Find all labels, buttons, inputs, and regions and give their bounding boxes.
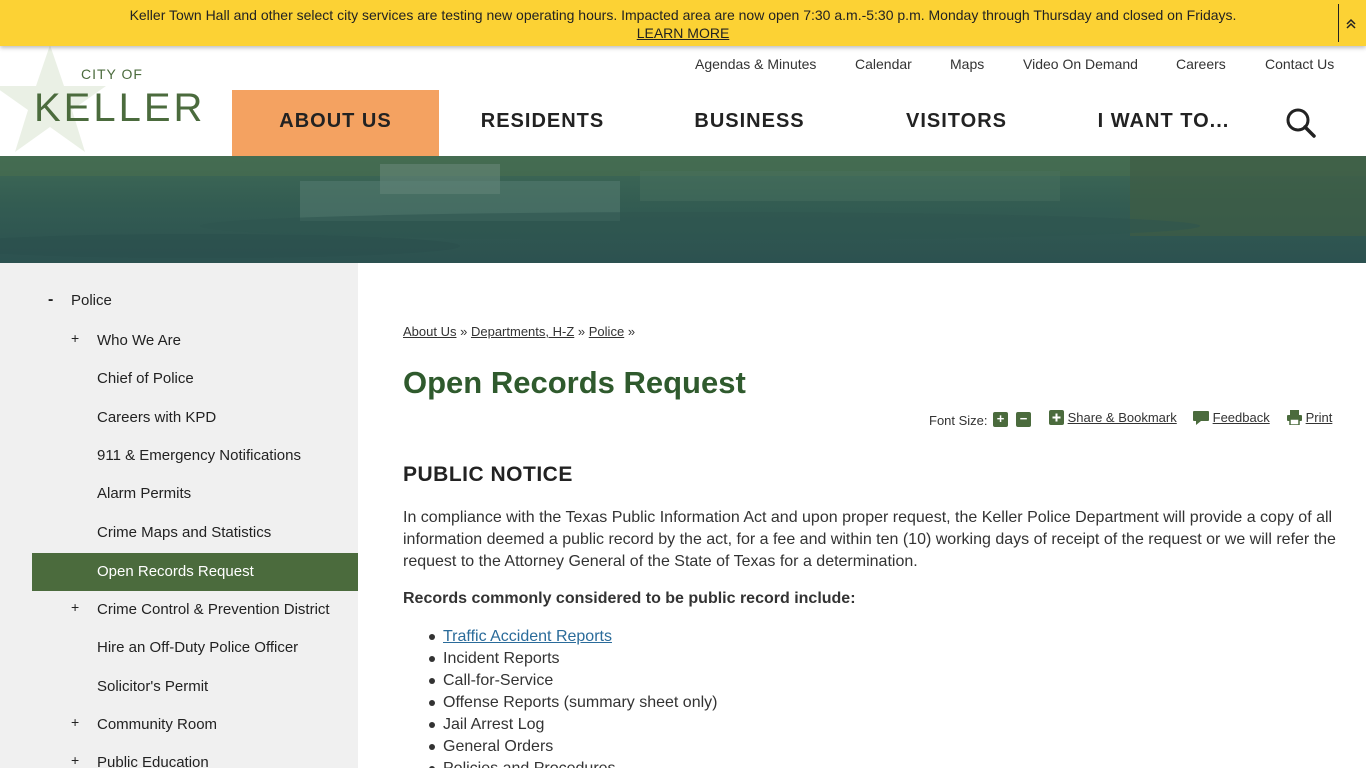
font-increase-button[interactable]: + [993,412,1008,427]
alert-message-wrap: Keller Town Hall and other select city s… [0,6,1366,42]
breadcrumb-separator: » [460,324,468,339]
alert-divider [1338,4,1339,42]
share-bookmark-link[interactable]: Share & Bookmark [1068,410,1177,425]
expand-toggle[interactable]: + [71,588,79,626]
sidebar-item-label: Community Room [97,716,218,733]
sidebar-item-crime-maps[interactable]: Crime Maps and Statistics [32,514,358,552]
share-bookmark-button[interactable]: Share & Bookmark [1049,410,1177,425]
list-item: General Orders [429,736,943,758]
sidebar-item-label: Public Education [97,754,209,768]
list-item: Policies and Procedures [429,758,943,768]
sidebar-item-crime-control-district[interactable]: + Crime Control & Prevention District [32,591,358,629]
sidebar-item-open-records-request[interactable]: Open Records Request [32,553,358,591]
breadcrumb-separator: » [627,324,636,339]
double-chevron-up-icon[interactable] [1342,18,1360,32]
sidebar-item-alarm-permits[interactable]: Alarm Permits [32,475,358,513]
breadcrumb-police[interactable]: Police [589,324,624,339]
collapse-toggle[interactable]: - [48,281,53,319]
expand-toggle[interactable]: + [71,703,79,741]
sidebar-item-who-we-are[interactable]: + Who We Are [32,322,358,360]
font-decrease-button[interactable]: − [1016,412,1031,427]
traffic-accident-reports-link[interactable]: Traffic Accident Reports [443,628,612,645]
sidebar-item-label: Solicitor's Permit [97,678,209,695]
learn-more-link[interactable]: LEARN MORE [0,24,1366,42]
public-records-list: Traffic Accident Reports Incident Report… [429,626,943,768]
records-intro: Records commonly considered to be public… [403,590,856,607]
expand-toggle[interactable]: + [71,741,79,768]
public-notice-heading: PUBLIC NOTICE [403,463,573,486]
font-size-label: Font Size: [929,413,988,428]
print-link[interactable]: Print [1306,410,1333,425]
sidebar-item-label: Hire an Off-Duty Police Officer [97,639,299,656]
util-link-calendar[interactable]: Calendar [855,56,912,72]
logo-name-text: KELLER [34,86,206,130]
breadcrumb-departments[interactable]: Departments, H-Z [471,324,574,339]
sidebar-item-label: Chief of Police [97,370,194,387]
nav-visitors[interactable]: VISITORS [853,90,1060,156]
util-link-careers[interactable]: Careers [1176,56,1226,72]
nav-business[interactable]: BUSINESS [646,90,853,156]
sidebar-item-public-education[interactable]: + Public Education [32,744,358,768]
sidebar-item-911-notifications[interactable]: 911 & Emergency Notifications [32,437,358,475]
sidebar-nav: - Police + Who We Are Chief of Police Ca… [0,263,358,768]
page-tools: Font Size: + − Share & Bookmark Feedback… [0,410,1366,432]
sidebar-item-hire-off-duty-officer[interactable]: Hire an Off-Duty Police Officer [32,629,358,667]
nav-residents[interactable]: RESIDENTS [439,90,646,156]
breadcrumb: About Us » Departments, H-Z » Police » [403,324,635,339]
sidebar-item-label: Who We Are [97,332,181,349]
sidebar-item-label: Police [71,292,112,309]
search-icon[interactable] [1284,106,1318,140]
list-item: Jail Arrest Log [429,714,943,736]
sidebar-item-label: Crime Maps and Statistics [97,524,272,541]
util-link-agendas[interactable]: Agendas & Minutes [695,56,816,72]
page-title: Open Records Request [403,365,746,400]
sidebar-item-label: Alarm Permits [97,485,192,502]
nav-i-want-to[interactable]: I WANT TO... [1060,90,1267,156]
feedback-link[interactable]: Feedback [1213,410,1270,425]
sidebar-item-label: Crime Control & Prevention District [97,601,330,618]
alert-banner: Keller Town Hall and other select city s… [0,0,1366,46]
sidebar-item-chief-of-police[interactable]: Chief of Police [32,360,358,398]
nav-about-us[interactable]: ABOUT US [232,90,439,156]
hero-banner-image [0,156,1366,263]
sidebar-item-police[interactable]: - Police [32,282,358,320]
feedback-button[interactable]: Feedback [1193,410,1270,425]
sidebar-item-solicitors-permit[interactable]: Solicitor's Permit [32,668,358,706]
breadcrumb-separator: » [577,324,586,339]
list-item[interactable]: Traffic Accident Reports [429,626,943,648]
printer-icon [1287,410,1302,426]
breadcrumb-about-us[interactable]: About Us [403,324,456,339]
speech-bubble-icon [1193,411,1209,425]
site-header: CITY OF KELLER Agendas & Minutes Calenda… [0,45,1366,156]
sidebar-item-label: 911 & Emergency Notifications [97,447,301,464]
sidebar-item-community-room[interactable]: + Community Room [32,706,358,744]
sidebar-item-label: Open Records Request [97,563,254,580]
list-item: Offense Reports (summary sheet only) [429,692,943,714]
list-item: Call-for-Service [429,670,943,692]
util-link-video-on-demand[interactable]: Video On Demand [1023,56,1138,72]
utility-nav: Agendas & Minutes Calendar Maps Video On… [0,56,1366,74]
util-link-contact-us[interactable]: Contact Us [1265,56,1334,72]
util-link-maps[interactable]: Maps [950,56,984,72]
list-item: Incident Reports [429,648,943,670]
notice-paragraph: In compliance with the Texas Public Info… [403,509,1336,570]
plus-square-icon [1049,410,1064,425]
print-button[interactable]: Print [1287,410,1333,426]
alert-message: Keller Town Hall and other select city s… [129,7,1237,23]
expand-toggle[interactable]: + [71,319,79,357]
